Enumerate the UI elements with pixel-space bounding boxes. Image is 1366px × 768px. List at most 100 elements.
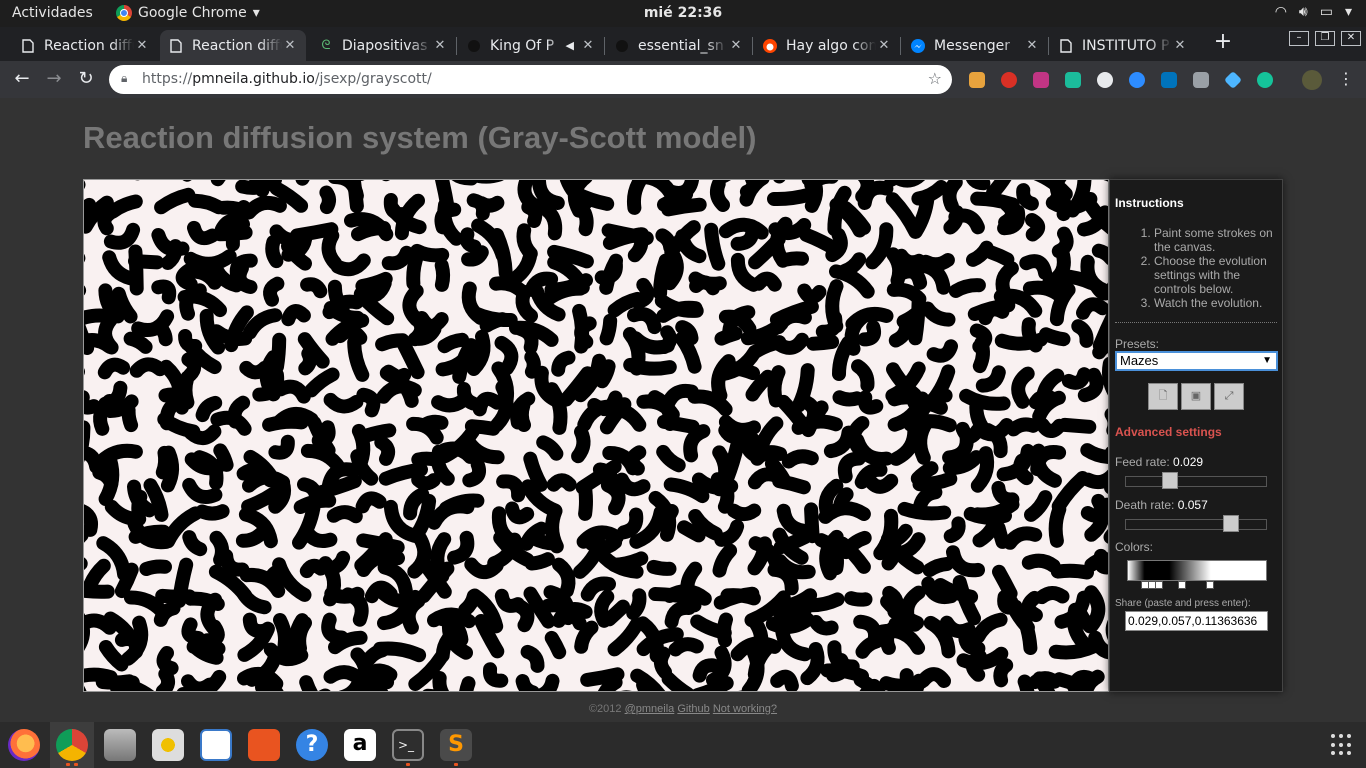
maze-stroke — [195, 504, 230, 521]
github-link[interactable]: Github — [677, 703, 709, 715]
snapshot-button[interactable]: ▣ — [1181, 383, 1211, 410]
lock-icon[interactable]: 🔒︎ — [121, 71, 127, 86]
footer: ©2012 @pmneila Github Not working? — [0, 703, 1366, 715]
close-icon[interactable]: ✕ — [432, 38, 448, 53]
extension-diamond-icon[interactable] — [1223, 70, 1243, 90]
presets-select[interactable]: Mazes ▼ — [1115, 351, 1278, 371]
clock[interactable]: mié 22:36 — [644, 5, 722, 21]
firefox-icon[interactable] — [8, 729, 40, 761]
software-center-icon[interactable] — [248, 729, 280, 761]
author-link[interactable]: @pmneila — [625, 703, 675, 715]
maze-stroke — [627, 227, 649, 263]
maze-stroke — [1050, 563, 1094, 580]
maze-stroke — [986, 180, 1012, 200]
tab-reaction-diffusion-1[interactable]: Reaction diffusion ✕ — [12, 30, 158, 61]
kebab-menu-icon[interactable]: ⋮ — [1334, 67, 1358, 91]
maze-stroke — [1035, 418, 1067, 438]
help-icon[interactable]: ? — [296, 729, 328, 761]
page-icon — [20, 38, 36, 54]
tab-essential-sn[interactable]: essential_sn ✕ — [606, 30, 752, 61]
terminal-icon[interactable]: >_ — [392, 729, 424, 761]
extension-m-icon[interactable] — [1161, 72, 1177, 88]
extension-grammarly-icon[interactable] — [1257, 72, 1273, 88]
maze-stroke — [806, 334, 840, 351]
extension-stop-icon[interactable] — [1001, 72, 1017, 88]
system-tray[interactable]: ◠ 🔊︎ ▭ ▾ — [1275, 4, 1352, 20]
close-icon[interactable]: ✕ — [876, 38, 892, 53]
close-icon[interactable]: ✕ — [580, 38, 596, 53]
share-input[interactable]: 0.029,0.057,0.11363636 — [1125, 611, 1268, 631]
maze-stroke — [516, 223, 538, 261]
tab-hay-algo[interactable]: Hay algo con ✕ — [754, 30, 900, 61]
advanced-settings-toggle[interactable]: Advanced settings — [1115, 425, 1222, 439]
maze-stroke — [98, 312, 119, 355]
simulation-canvas[interactable] — [83, 179, 1109, 692]
extension-lightbulb-icon[interactable] — [1193, 72, 1209, 88]
maze-stroke — [716, 612, 733, 648]
maze-stroke — [263, 276, 285, 307]
extension-s-icon[interactable] — [1065, 72, 1081, 88]
chrome-icon[interactable] — [56, 729, 88, 761]
maze-stroke — [184, 424, 222, 446]
clear-button[interactable]: 🗋︎ — [1148, 383, 1178, 410]
speaker-icon[interactable]: ◀︎ — [566, 39, 574, 52]
color-gradient-editor[interactable] — [1127, 560, 1267, 581]
tab-messenger[interactable]: Messenger ✕ — [902, 30, 1048, 61]
close-window-icon[interactable]: ✕ — [1341, 31, 1361, 46]
reload-icon[interactable]: ↻ — [74, 67, 98, 91]
color-stop[interactable] — [1155, 581, 1163, 589]
address-bar[interactable]: 🔒︎ https://pmneila.github.io/jsexp/grays… — [109, 65, 952, 94]
avatar[interactable] — [1302, 70, 1322, 90]
death-rate-slider[interactable] — [1125, 515, 1267, 532]
maze-stroke — [156, 646, 179, 676]
maze-stroke — [597, 675, 623, 691]
extension-instagram-icon[interactable] — [1033, 72, 1049, 88]
maze-stroke — [625, 445, 647, 476]
tab-reaction-diffusion-2[interactable]: Reaction diffusion ✕ — [160, 30, 306, 61]
maze-stroke — [514, 398, 531, 432]
color-stop[interactable] — [1178, 581, 1186, 589]
maze-stroke — [461, 245, 489, 267]
feed-rate-slider[interactable] — [1125, 472, 1267, 489]
fullscreen-button[interactable]: ⤢ — [1214, 383, 1244, 410]
files-icon[interactable] — [104, 729, 136, 761]
tab-diapositivas[interactable]: ᘓ Diapositivas ✕ — [310, 30, 456, 61]
forward-icon[interactable]: → — [42, 67, 66, 91]
libreoffice-writer-icon[interactable] — [200, 729, 232, 761]
maze-stroke — [780, 251, 809, 267]
feed-rate-slider-thumb[interactable] — [1162, 472, 1178, 489]
chevron-down-icon: ▾ — [1344, 4, 1352, 20]
bookmark-star-icon[interactable]: ☆ — [928, 69, 942, 88]
extension-record-icon[interactable] — [1097, 72, 1113, 88]
sublime-text-icon[interactable]: S — [440, 729, 472, 761]
close-icon[interactable]: ✕ — [1024, 38, 1040, 53]
extension-zoom-icon[interactable] — [1129, 72, 1145, 88]
rhythmbox-icon[interactable] — [152, 729, 184, 761]
maze-stroke — [942, 180, 963, 213]
minimize-icon[interactable]: – — [1289, 31, 1309, 46]
circle-icon — [614, 38, 630, 54]
close-icon[interactable]: ✕ — [134, 38, 150, 53]
extension-owl-icon[interactable] — [969, 72, 985, 88]
death-rate-slider-thumb[interactable] — [1223, 515, 1239, 532]
maze-stroke — [1017, 674, 1035, 691]
close-icon[interactable]: ✕ — [282, 38, 298, 53]
maze-stroke — [1057, 417, 1097, 434]
close-icon[interactable]: ✕ — [728, 38, 744, 53]
show-applications-icon[interactable] — [1331, 734, 1353, 756]
back-icon[interactable]: ← — [10, 67, 34, 91]
maze-stroke — [420, 414, 449, 431]
tab-instituto[interactable]: INSTITUTO P ✕ — [1050, 30, 1196, 61]
control-panel: Instructions Paint some strokes on the c… — [1109, 179, 1283, 692]
maze-stroke — [916, 667, 951, 688]
url-text[interactable]: https://pmneila.github.io/jsexp/grayscot… — [142, 71, 432, 87]
tab-king-of-p[interactable]: King Of P ◀︎ ✕ — [458, 30, 604, 61]
maze-stroke — [713, 586, 760, 610]
amazon-icon[interactable]: a — [344, 729, 376, 761]
restore-icon[interactable]: ❐ — [1315, 31, 1335, 46]
not-working-link[interactable]: Not working? — [713, 703, 777, 715]
maze-stroke — [1034, 585, 1070, 605]
color-stop[interactable] — [1206, 581, 1214, 589]
close-icon[interactable]: ✕ — [1172, 38, 1188, 53]
new-tab-button[interactable]: + — [1211, 31, 1235, 55]
